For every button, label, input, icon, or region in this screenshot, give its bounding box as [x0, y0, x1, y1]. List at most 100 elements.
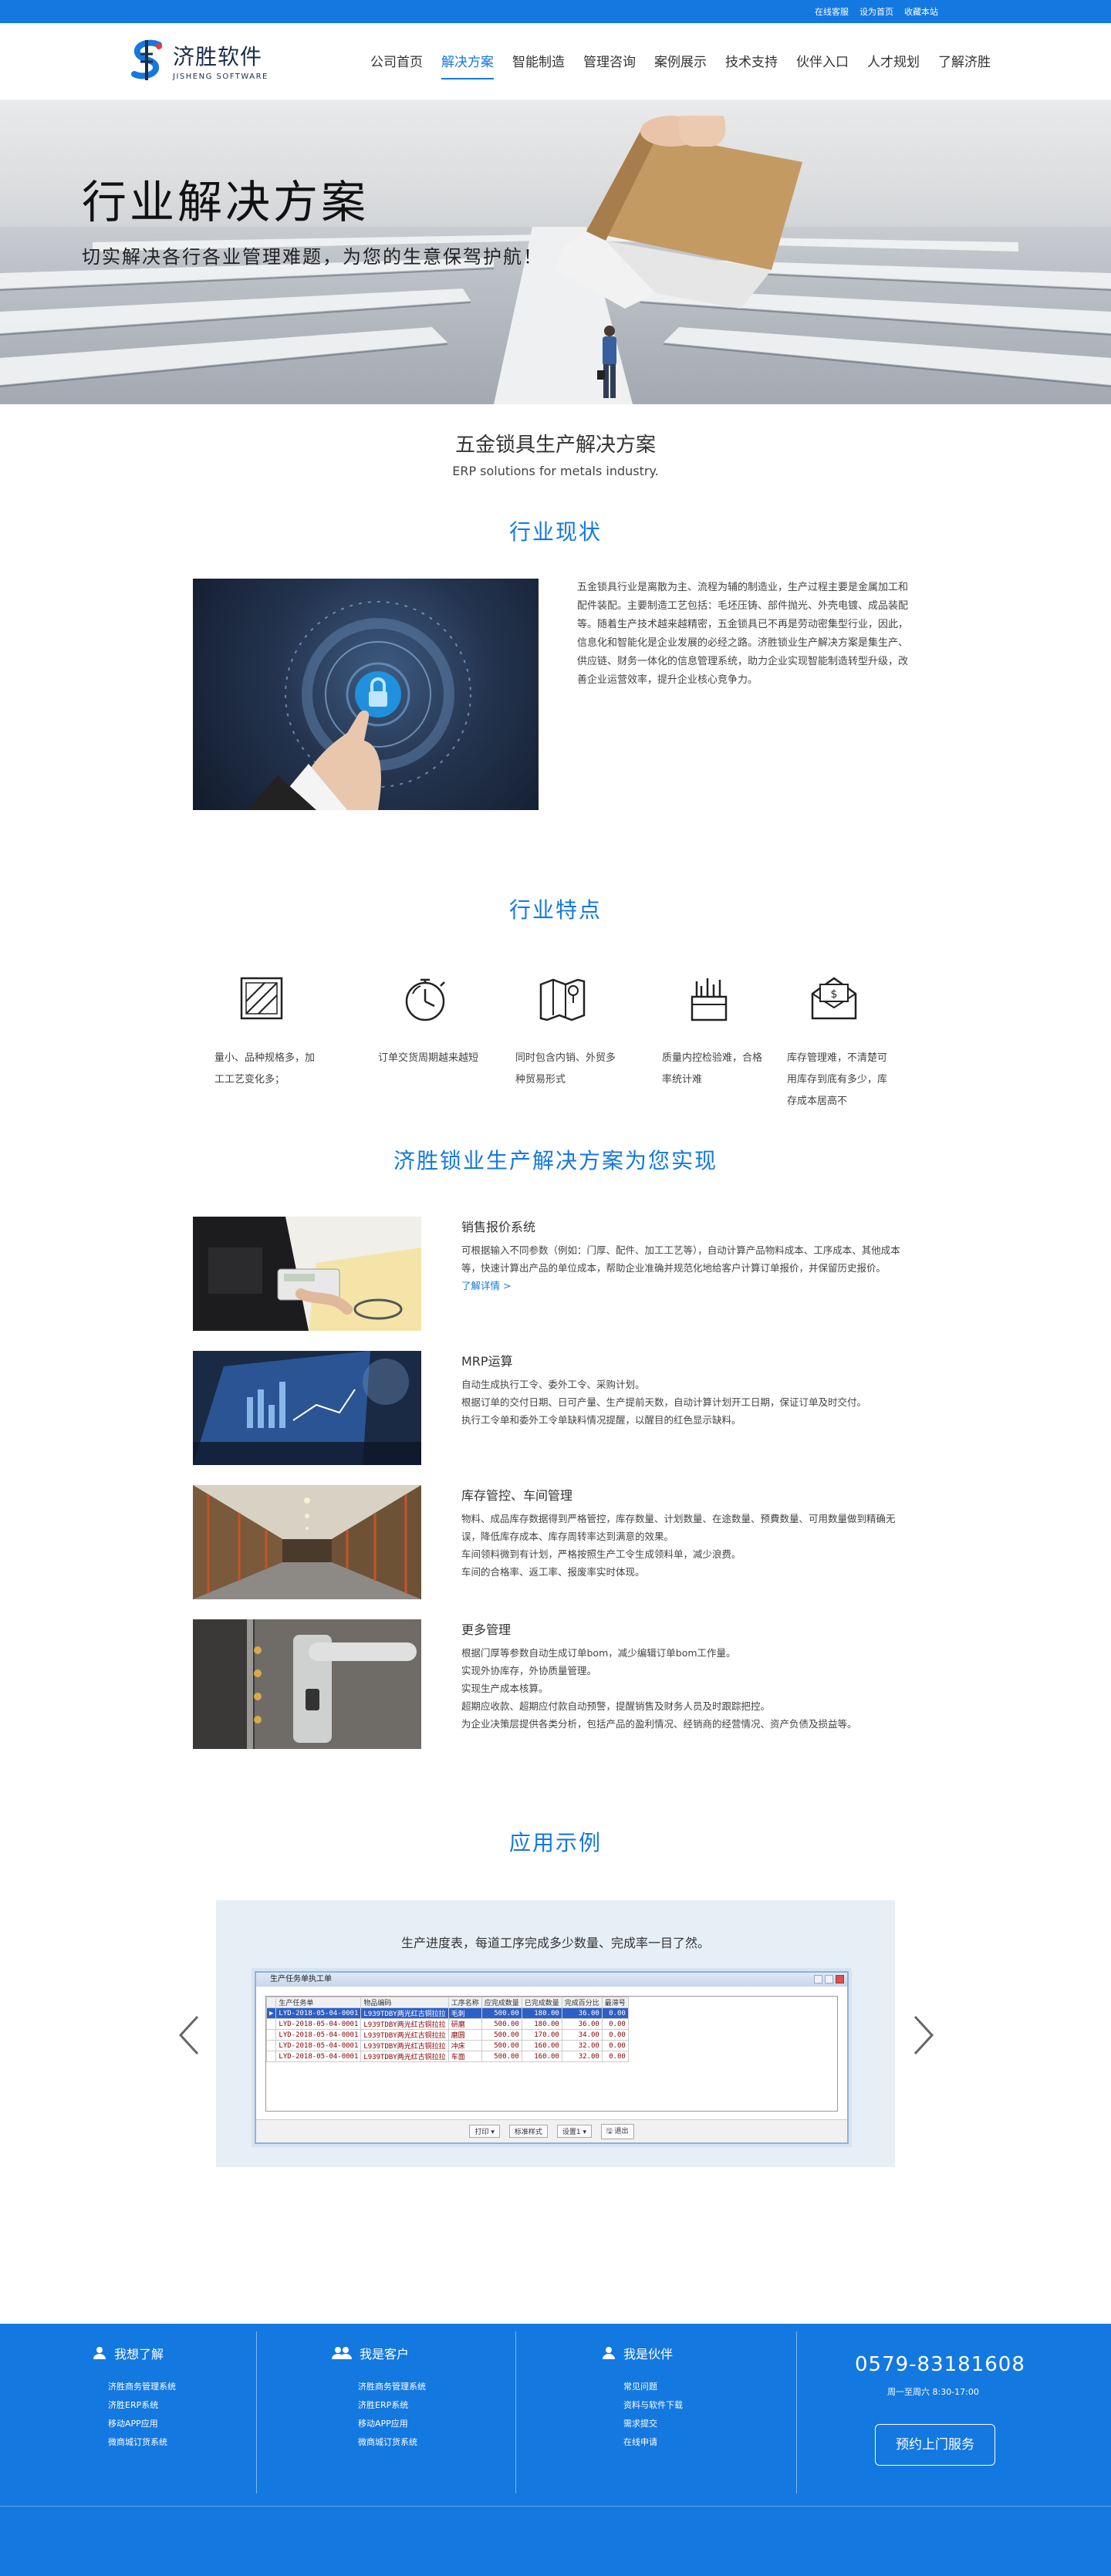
settings-button[interactable]: 设置1 ▾	[556, 2125, 592, 2138]
solution-title: MRP运算	[461, 1354, 513, 1369]
set-homepage-link[interactable]: 设为首页	[859, 5, 893, 18]
col-header[interactable]: 最滞号	[601, 1997, 629, 2008]
minimize-icon[interactable]	[814, 1975, 822, 1983]
solution-desc: 根据门厚等参数自动生成订单bom，减少编辑订单bom工作量。 实现外协库存，外协…	[461, 1644, 904, 1733]
footer-divider-line	[0, 2506, 1111, 2507]
print-button[interactable]: 打印 ▾	[469, 2125, 500, 2138]
style-select[interactable]: 标准样式	[508, 2125, 548, 2138]
footer-col-heading: 我是伙伴	[623, 2347, 674, 2362]
learn-more-link[interactable]: 了解详情 >	[461, 1277, 904, 1295]
book-service-button[interactable]: 预约上门服务	[875, 2424, 995, 2466]
features-heading: 行业特点	[508, 897, 602, 923]
feature-text: 质量内控检验难，合格率统计难	[662, 1052, 763, 1085]
window-title: 生产任务单执工单	[256, 1973, 847, 1987]
footer-link[interactable]: 在线申请	[623, 2433, 683, 2452]
footer-col-partner: 我是伙伴 常见问题 资料与软件下载 需求提交 在线申请	[602, 2344, 683, 2452]
footer-link[interactable]: 移动APP应用	[108, 2415, 176, 2433]
footer-link[interactable]: 移动APP应用	[358, 2415, 426, 2433]
footer-link[interactable]: 微商城订货系统	[358, 2433, 426, 2452]
footer-link[interactable]: 资料与软件下载	[623, 2396, 683, 2415]
footer-link[interactable]: 济胜ERP系统	[108, 2396, 176, 2415]
feature-text: 量小、品种规格多，加工工艺变化多；	[214, 1052, 316, 1085]
contact-phone[interactable]: 0579-83181608	[855, 2353, 1025, 2376]
logo-mark-icon	[130, 39, 165, 82]
next-arrow-icon[interactable]	[907, 2012, 938, 2058]
solution-item: 库存管控、车间管理 物料、成品库存数据得到严格管控，库存数量、计划数量、在途数量…	[0, 1485, 1111, 1599]
solution-desc: 自动生成执行工令、委外工令、采购计划。 根据订单的交付日期、日可产量、生产提前天…	[461, 1376, 904, 1429]
solution-line: 车间领料微到有计划，严格按照生产工令生成领料单，减少浪费。	[461, 1548, 741, 1560]
col-header[interactable]: 物品编码	[360, 1997, 449, 2008]
table-row[interactable]: LYD-2018-05-04-0001 L939TDBY两光红古铜拉拉 磨圆 5…	[266, 2029, 629, 2041]
footer-link[interactable]: 常见问题	[623, 2378, 683, 2396]
footer-link[interactable]: 微商城订货系统	[108, 2433, 176, 2452]
status-heading: 行业现状	[508, 519, 602, 545]
main-nav: 公司首页 解决方案 智能制造 管理咨询 案例展示 技术支持 伙伴入口 人才规划 …	[370, 51, 1009, 79]
money-mail-icon: $	[811, 977, 857, 1020]
nav-careers[interactable]: 人才规划	[867, 51, 920, 79]
prev-arrow-icon[interactable]	[174, 2012, 205, 2058]
user-icon	[93, 2347, 106, 2359]
nav-support[interactable]: 技术支持	[725, 51, 778, 79]
footer-link[interactable]: 济胜商务管理系统	[358, 2378, 426, 2396]
warehouse-image	[193, 1485, 421, 1599]
app-window: 生产任务单执工单 生产任务单 物品编码 工序名称 应完成数量 已完成数量 完成百…	[255, 1971, 849, 2144]
solution-line: 物料、成品库存数据得到严格管控，库存数量、计划数量、在途数量、预費数量、可用数量…	[461, 1513, 896, 1542]
example-slide: 生产进度表，每道工序完成多少数量、完成率一目了然。 生产任务单执工单 生产任务单…	[216, 1900, 895, 2167]
users-icon	[332, 2347, 352, 2359]
nav-about[interactable]: 了解济胜	[938, 51, 991, 79]
logo[interactable]: 济胜软件 JISHENG SOFTWARE	[130, 39, 268, 82]
footer-link[interactable]: 济胜商务管理系统	[108, 2378, 176, 2396]
col-header[interactable]: 应完成数量	[481, 1997, 522, 2008]
feature-item: $ 库存管理难，不清楚可用库存到底有多少，库存成本居高不	[787, 971, 895, 1112]
col-header[interactable]: 生产任务单	[275, 1997, 362, 2008]
nav-consulting[interactable]: 管理咨询	[583, 51, 636, 79]
solution-line: 为企业决策层提供各类分析，包括产品的盈利情况、经销商的经营情况、资产负债及损益等…	[461, 1718, 857, 1730]
bookmark-link[interactable]: 收藏本站	[904, 5, 938, 18]
solution-title: 库存管控、车间管理	[461, 1488, 573, 1503]
feature-item: 质量内控检验难，合格率统计难	[662, 971, 770, 1091]
map-icon	[539, 978, 586, 1021]
footer-col-heading: 我想了解	[114, 2347, 164, 2362]
nav-solutions[interactable]: 解决方案	[441, 51, 494, 79]
laptop-chart-image	[193, 1351, 421, 1465]
nav-smart-manufacturing[interactable]: 智能制造	[512, 51, 565, 79]
example-carousel: 生产进度表，每道工序完成多少数量、完成率一目了然。 生产任务单执工单 生产任务单…	[0, 1900, 1111, 2167]
solution-line: 执行工令单和委外工令单缺料情况提醒，以醒目的红色显示缺料。	[461, 1414, 741, 1426]
feature-item: 订单交货周期越来越短	[378, 971, 486, 1069]
door-lock-image	[193, 1619, 421, 1749]
box-icon	[240, 977, 283, 1020]
footer-col-learn: 我想了解 济胜商务管理系统 济胜ERP系统 移动APP应用 微商城订货系统	[93, 2344, 176, 2452]
table-row[interactable]: ▶ LYD-2018-05-04-0001 L939TDBY两光红古铜拉拉 毛刺…	[266, 2007, 629, 2019]
solution-line: 自动生成执行工令、委外工令、采购计划。	[461, 1379, 645, 1390]
table-row[interactable]: LYD-2018-05-04-0001 L939TDBY两光红古铜拉拉 冲床 5…	[266, 2040, 629, 2051]
table-row[interactable]: LYD-2018-05-04-0001 L939TDBY两光红古铜拉拉 车面 5…	[266, 2051, 629, 2062]
nav-partners[interactable]: 伙伴入口	[796, 51, 849, 79]
banner-subtitle: 切实解决各行各业管理难题，为您的生意保驾护航！	[82, 246, 543, 268]
close-icon[interactable]	[836, 1975, 844, 1983]
solution-desc: 可根据输入不同参数（例如：门厚、配件、加工工艺等），自动计算产品物料成本、工序成…	[461, 1241, 904, 1295]
solution-line: 根据订单的交付日期、日可产量、生产提前天数，自动计算计划开工日期，保证订单及时交…	[461, 1396, 867, 1408]
solution-desc: 物料、成品库存数据得到严格管控，库存数量、计划数量、在途数量、预費数量、可用数量…	[461, 1510, 904, 1581]
online-service-link[interactable]: 在线客服	[815, 5, 849, 18]
solution-item: MRP运算 自动生成执行工令、委外工令、采购计划。 根据订单的交付日期、日可产量…	[0, 1351, 1111, 1465]
eraser-illustration	[556, 116, 802, 309]
product-title: 五金锁具生产解决方案	[454, 434, 656, 457]
table-row[interactable]: LYD-2018-05-04-0001 L939TDBY两光红古铜拉拉 研磨 5…	[266, 2018, 629, 2030]
solution-line: 实现外协库存，外协质量管理。	[461, 1665, 597, 1676]
logo-name-cn: 济胜软件	[173, 43, 263, 69]
maximize-icon[interactable]	[825, 1975, 833, 1983]
col-header[interactable]: 完成百分比	[561, 1997, 603, 2008]
window-footer: 打印 ▾ 标准样式 设置1 ▾ 🖫 退出	[256, 2119, 847, 2142]
footer-link[interactable]: 需求提交	[623, 2415, 683, 2433]
nav-cases[interactable]: 案例展示	[654, 51, 707, 79]
col-header[interactable]: 已完成数量	[521, 1997, 562, 2008]
example-heading: 应用示例	[508, 1830, 602, 1855]
nav-home[interactable]: 公司首页	[370, 51, 423, 79]
calculator-image	[193, 1217, 421, 1331]
window-title-text: 生产任务单执工单	[270, 1975, 332, 1983]
partner-icon	[603, 2347, 615, 2359]
col-header[interactable]: 工序名称	[447, 1997, 482, 2008]
footer-link[interactable]: 济胜ERP系统	[358, 2396, 426, 2415]
exit-button[interactable]: 🖫 退出	[600, 2123, 634, 2139]
page: 在线客服 设为首页 收藏本站 济胜软件 JISHENG SOFTWARE 公司首…	[0, 0, 1111, 2576]
